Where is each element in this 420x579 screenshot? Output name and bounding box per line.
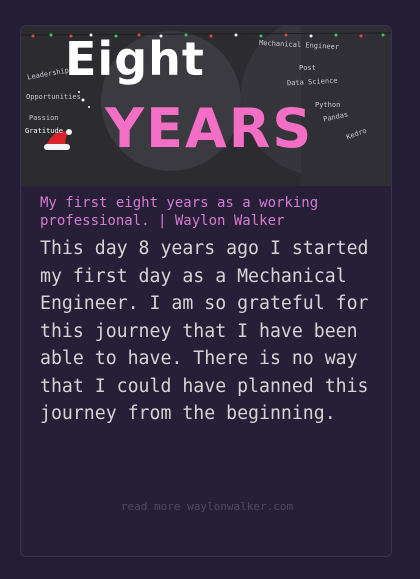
keyword-gratitude: Gratitude xyxy=(25,127,63,135)
hero-eight-text: Eight xyxy=(65,32,205,86)
hero-years-text: YEARS xyxy=(105,97,314,160)
post-description: This day 8 years ago I started my first … xyxy=(40,238,369,424)
keyword-passion: Passion xyxy=(29,114,59,122)
read-more-link[interactable]: read more waylonwalker.com xyxy=(21,500,391,513)
keyword-python: Python xyxy=(315,101,341,109)
post-card[interactable]: Leadership Opportunities Passion Gratitu… xyxy=(20,25,392,557)
keyword-opportunities: Opportunities xyxy=(26,93,81,101)
keyword-post: Post xyxy=(299,64,316,72)
post-title[interactable]: My first eight years as a working profes… xyxy=(40,194,380,230)
hero-image: Leadership Opportunities Passion Gratitu… xyxy=(21,26,391,186)
